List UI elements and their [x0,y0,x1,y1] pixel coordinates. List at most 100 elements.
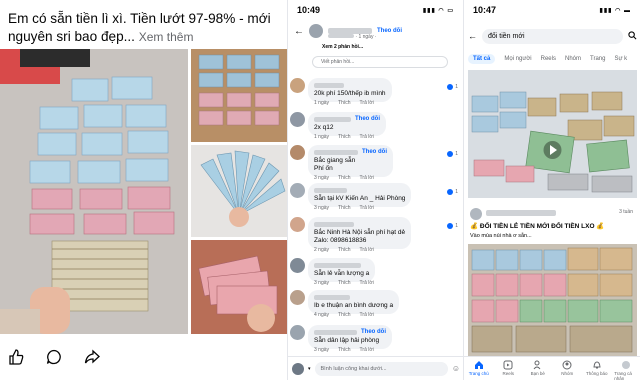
nav-friends[interactable]: Bạn bè [526,360,550,376]
reaction-count: 1 [455,151,458,157]
comment-text: Ib e thuận an bình dương a [314,302,394,309]
tab-events[interactable]: Sự k [614,56,627,62]
nav-reels[interactable]: Reels [496,360,520,376]
search-result-photo-2[interactable] [468,244,637,356]
comment-reply-link[interactable]: Trả lời [360,134,374,140]
comment-author [314,220,405,228]
reaction-count: 1 [455,189,458,195]
search-result-photo-1[interactable] [468,70,637,198]
view-more-replies[interactable]: Xem 2 phản hồi... [322,44,363,50]
status-icons: ▮▮▮ ◠ ▬ [599,7,631,14]
see-more-link[interactable]: Xem thêm [139,30,194,44]
comment-author: Theo dõi [314,328,386,336]
nav-home-label: Trang chủ [468,371,489,376]
nav-groups[interactable]: Nhóm [555,360,579,376]
nav-profile[interactable]: Trang cá nhân [614,360,638,380]
comment-text: Bắc Ninh Hà Nội sẵn phí hạt dẻ Zalo: 089… [314,229,406,244]
photo-money-fan-pink[interactable] [191,240,287,334]
comment-like-link[interactable]: Thích [338,175,351,181]
comment-like-link[interactable]: Thích [338,205,351,211]
bell-icon [592,360,602,370]
comment-reaction-count[interactable]: 1 [447,84,458,90]
comment-reply-link[interactable]: Trả lời [360,247,374,253]
avatar [470,208,482,220]
photo-money-fan-blue[interactable] [191,145,287,237]
search-input[interactable]: đổi tiền mới [482,28,623,44]
search-icon[interactable] [628,27,637,45]
status-bar: 10:49 ▮▮▮ ◠ ▭ [288,0,463,20]
comment-bubble[interactable]: Ib e thuận an bình dương a [308,290,400,314]
comment-age: 1 ngày [314,134,330,140]
redacted-name [314,187,347,193]
comment-text: 20k phí 150/thếp ib mình [314,90,386,97]
search-result-2-header[interactable]: 3 tuần 💰 ĐỔI TIỀN LẺ TIỀN MỚI ĐỔI TIỀN L… [464,206,640,244]
comment-like-link[interactable]: Thích [338,100,351,106]
comment-icon[interactable] [44,347,64,367]
nav-home[interactable]: Trang chủ [467,360,491,376]
comment-age: 2 ngày [314,247,330,253]
photo-money-stacks-main[interactable] [0,49,188,334]
comment-input[interactable]: Bình luận công khai dưới... [314,361,448,376]
follow-button[interactable]: Theo dõi [377,28,402,34]
tab-pages[interactable]: Trang [590,56,605,62]
comment-like-link[interactable]: Thích [338,347,351,353]
comment-bubble[interactable]: Theo dõi Bắc giang sẵn Phí ốn [308,145,393,177]
share-icon[interactable] [82,347,102,367]
avatar[interactable] [290,258,305,273]
reaction-count: 1 [455,223,458,229]
nav-friends-label: Bạn bè [530,371,545,376]
comment-reaction-count[interactable]: 1 [447,223,458,229]
chevron-down-icon[interactable]: ▾ [308,366,311,372]
tab-groups[interactable]: Nhóm [565,56,581,62]
avatar[interactable] [290,325,305,340]
avatar[interactable] [290,290,305,305]
status-time: 10:49 [297,5,321,15]
comment-reply-link[interactable]: Trả lời [360,312,374,318]
back-arrow-icon[interactable]: ← [468,31,477,41]
comment-like-link[interactable]: Thích [338,280,351,286]
comment-reaction-count[interactable]: 1 [447,189,458,195]
comment-like-link[interactable]: Thích [338,312,351,318]
comment-bubble[interactable]: 20k phí 150/thếp ib mình [308,78,392,102]
comment-reply-link[interactable]: Trả lời [360,175,374,181]
follow-button[interactable]: Theo dõi [355,116,380,122]
comment-bubble[interactable]: Theo dõi Sẵn dân lập hải phòng [308,325,392,349]
photo-money-fan-blue-art [191,145,287,237]
follow-button[interactable]: Theo dõi [362,149,387,155]
nav-notifications[interactable]: Thông báo [585,360,609,376]
follow-button[interactable]: Theo dõi [361,329,386,335]
comment-bubble[interactable]: Bắc Ninh Hà Nội sẵn phí hạt dẻ Zalo: 089… [308,217,412,249]
avatar[interactable] [290,183,305,198]
back-arrow-icon[interactable]: ← [294,26,304,37]
comment-reply-link[interactable]: Trả lời [360,205,374,211]
comment-reaction-count[interactable]: 1 [447,151,458,157]
photo-money-stacks-box-art [191,49,287,142]
search-result-photo-2-art [468,244,637,356]
like-icon[interactable] [6,347,26,367]
comment-reply-link[interactable]: Trả lời [360,347,374,353]
status-time: 10:47 [473,5,497,15]
avatar[interactable] [290,217,305,232]
comment-bubble[interactable]: Sẵn lẻ vẫn lượng a [308,258,376,282]
reply-input[interactable]: Viết phản hồi... [312,56,448,68]
post-photo-grid [0,49,287,334]
tab-reels[interactable]: Reels [541,56,556,62]
tab-all[interactable]: Tất cả [468,54,496,64]
avatar[interactable] [290,78,305,93]
comment-bubble[interactable]: Sẵn tại kV Kiến An _ Hải Phòng [308,183,412,207]
like-reaction-icon [447,151,454,157]
comment-reply-link[interactable]: Trả lời [360,280,374,286]
comment-bubble[interactable]: Theo dõi 2x q12 [308,112,386,136]
avatar[interactable] [290,112,305,127]
avatar[interactable] [290,145,305,160]
tab-people[interactable]: Mọi người [504,56,531,62]
comment-like-link[interactable]: Thích [338,247,351,253]
bottom-nav: Trang chủ Reels Bạn bè Nhóm Thông báo Tr… [464,356,640,380]
redacted-name [314,149,358,155]
comment-like-link[interactable]: Thích [338,134,351,140]
comment-reply-link[interactable]: Trả lời [360,100,374,106]
sticker-icon[interactable]: ☺ [452,364,460,373]
photo-money-stacks-box[interactable] [191,49,287,142]
comment-text: Bắc giang sẵn Phí ốn [314,157,356,172]
search-tabs: Tất cả Mọi người Reels Nhóm Trang Sự k [468,52,640,66]
